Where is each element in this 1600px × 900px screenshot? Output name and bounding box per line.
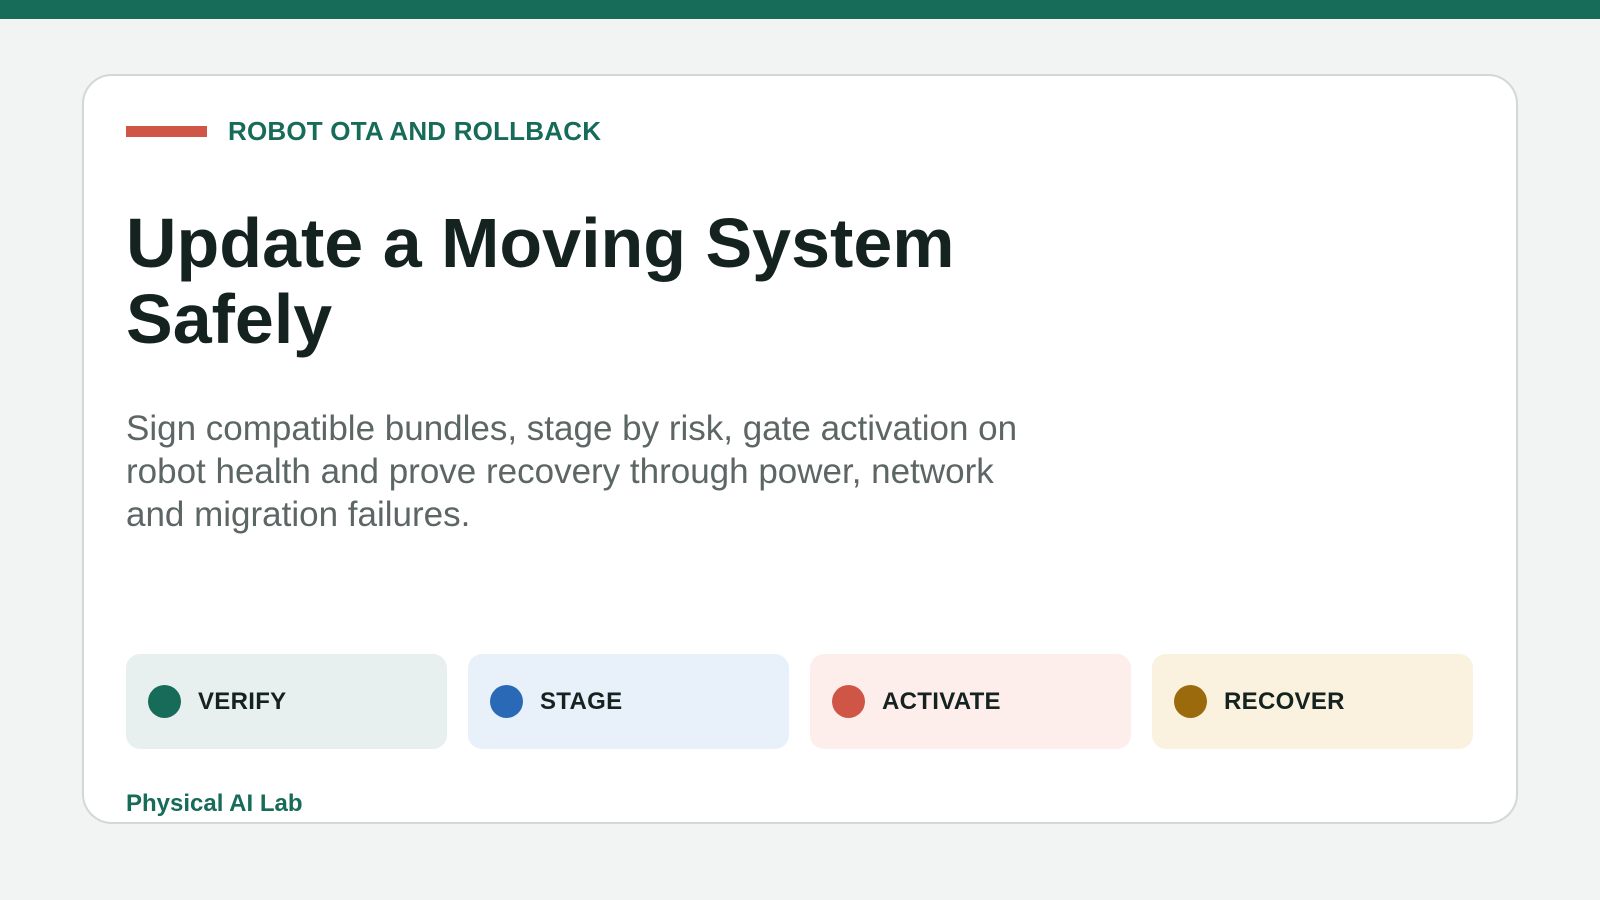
stage-stage: STAGE [468, 654, 789, 749]
eyebrow: ROBOT OTA AND ROLLBACK [126, 115, 601, 147]
stage-label: STAGE [540, 687, 623, 715]
stage-list: VERIFY STAGE ACTIVATE RECOVER [126, 654, 1473, 749]
eyebrow-accent-rule [126, 125, 207, 137]
stage-label: VERIFY [198, 687, 287, 715]
eyebrow-label: ROBOT OTA AND ROLLBACK [228, 115, 602, 146]
stage-recover: RECOVER [1152, 654, 1473, 749]
stage-verify: VERIFY [126, 654, 447, 749]
stage-dot-icon [490, 685, 523, 718]
footer-brand: Physical AI Lab [126, 790, 303, 817]
stage-dot-icon [1174, 685, 1207, 718]
stage-label: RECOVER [1224, 687, 1345, 715]
stage-activate: ACTIVATE [810, 654, 1131, 749]
stage-dot-icon [148, 685, 181, 718]
stage-label: ACTIVATE [882, 687, 1001, 715]
stage-dot-icon [832, 685, 865, 718]
page-subtitle: Sign compatible bundles, stage by risk, … [126, 409, 1018, 534]
page-title: Update a Moving System Safely [126, 204, 955, 358]
top-brand-bar [0, 0, 1600, 19]
